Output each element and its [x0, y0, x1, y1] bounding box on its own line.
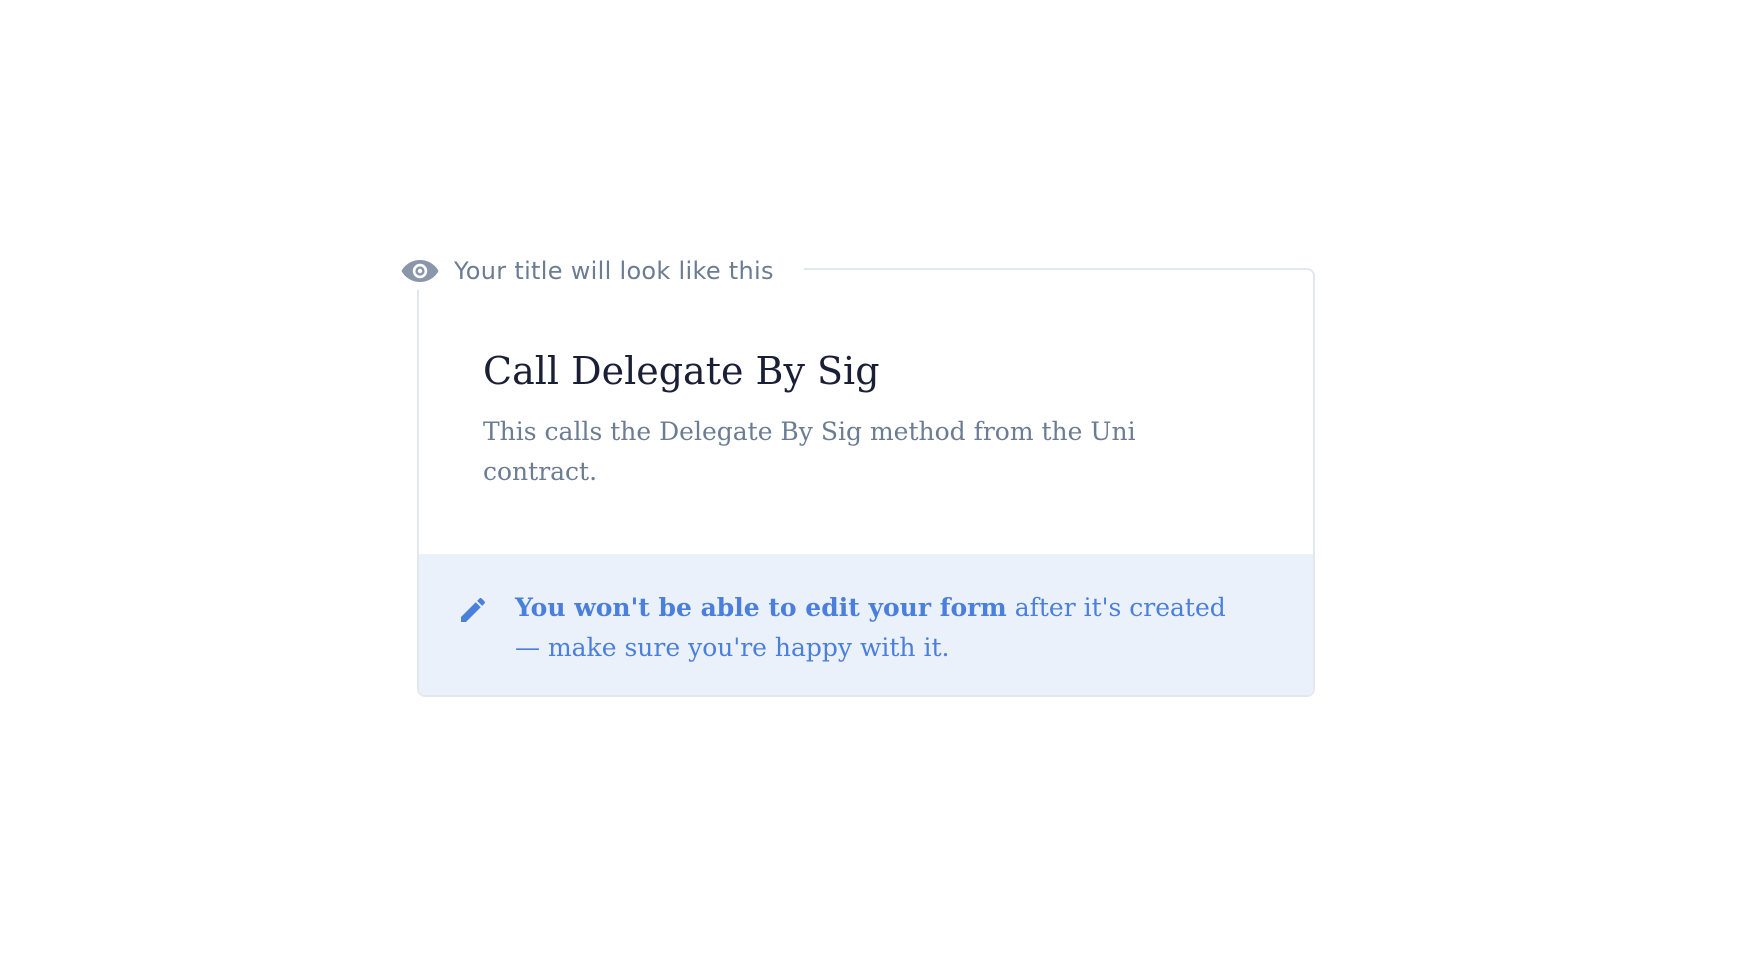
form-title: Call Delegate By Sig — [483, 349, 880, 393]
preview-label: Your title will look like this — [400, 252, 804, 290]
edit-warning-notice: You won't be able to edit your form afte… — [419, 554, 1313, 695]
page: Call Delegate By Sig This calls the Dele… — [0, 0, 1738, 974]
edit-warning-text: You won't be able to edit your form afte… — [515, 588, 1255, 668]
edit-warning-strong: You won't be able to edit your form — [515, 593, 1007, 622]
form-preview-card: Call Delegate By Sig This calls the Dele… — [417, 268, 1315, 697]
pencil-icon — [461, 597, 486, 622]
eye-icon — [401, 260, 439, 282]
preview-label-text: Your title will look like this — [454, 257, 774, 285]
form-preview-body: Call Delegate By Sig This calls the Dele… — [419, 270, 1313, 554]
form-description: This calls the Delegate By Sig method fr… — [483, 417, 1136, 486]
